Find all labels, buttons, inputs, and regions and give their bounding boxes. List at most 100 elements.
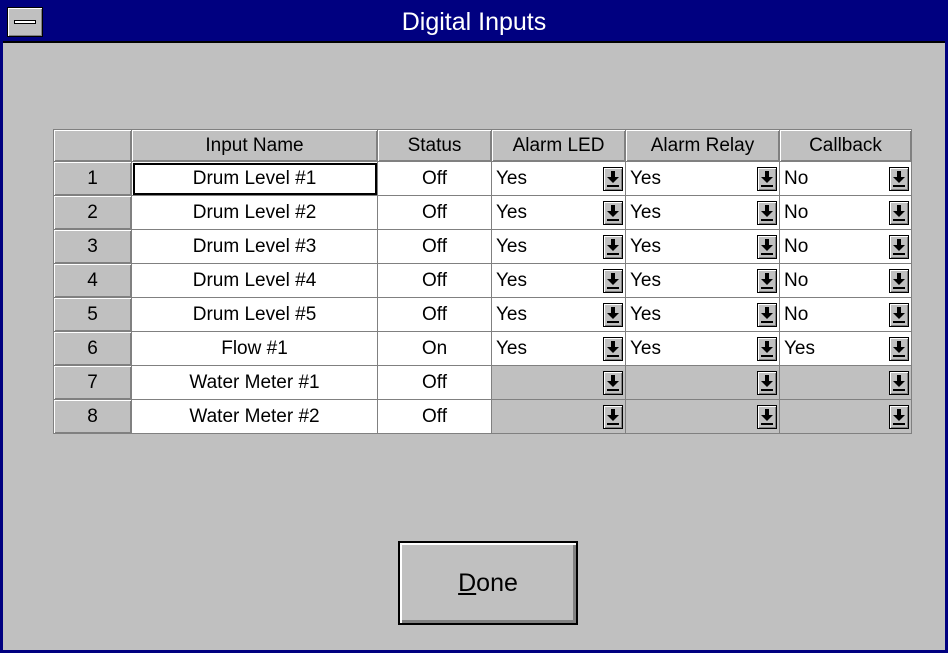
- status-cell: Off: [377, 399, 492, 434]
- column-header-input-name[interactable]: Input Name: [131, 129, 378, 162]
- alarm-relay-combo[interactable]: Yes: [625, 297, 780, 332]
- down-arrow-icon[interactable]: [757, 235, 777, 259]
- row-number[interactable]: 3: [53, 229, 132, 264]
- alarm-relay-combo[interactable]: Yes: [625, 263, 780, 298]
- callback-combo-value: No: [784, 236, 809, 257]
- callback-combo[interactable]: No: [779, 161, 912, 196]
- alarm-relay-combo[interactable]: Yes: [625, 195, 780, 230]
- down-arrow-icon[interactable]: [603, 303, 623, 327]
- table-row: 7 Water Meter #1 Off: [53, 365, 912, 400]
- down-arrow-icon[interactable]: [603, 167, 623, 191]
- status-cell: On: [377, 331, 492, 366]
- down-arrow-icon[interactable]: [603, 405, 623, 429]
- callback-combo[interactable]: [779, 365, 912, 400]
- row-number[interactable]: 4: [53, 263, 132, 298]
- input-name-cell[interactable]: Drum Level #5: [131, 297, 378, 332]
- callback-combo[interactable]: Yes: [779, 331, 912, 366]
- callback-combo[interactable]: No: [779, 229, 912, 264]
- callback-combo-value: No: [784, 304, 809, 325]
- callback-combo-value: No: [784, 270, 809, 291]
- down-arrow-icon[interactable]: [757, 167, 777, 191]
- down-arrow-icon[interactable]: [603, 201, 623, 225]
- down-arrow-icon[interactable]: [757, 405, 777, 429]
- table-row: 8 Water Meter #2 Off: [53, 399, 912, 434]
- table-header-row: Input Name Status Alarm LED Alarm Relay …: [53, 129, 912, 162]
- alarm-relay-combo[interactable]: [625, 399, 780, 434]
- alarm-led-combo[interactable]: Yes: [491, 161, 626, 196]
- input-name-cell[interactable]: Drum Level #1: [131, 161, 378, 196]
- alarm-led-combo[interactable]: Yes: [491, 297, 626, 332]
- column-header-callback[interactable]: Callback: [779, 129, 912, 162]
- down-arrow-icon[interactable]: [603, 235, 623, 259]
- status-cell: Off: [377, 195, 492, 230]
- alarm-led-combo-value: Yes: [496, 236, 527, 257]
- done-mnemonic: D: [458, 568, 477, 597]
- down-arrow-icon[interactable]: [889, 405, 909, 429]
- alarm-led-combo[interactable]: Yes: [491, 263, 626, 298]
- table-row: 1 Drum Level #1 Off Yes Yes No: [53, 161, 912, 196]
- alarm-relay-combo[interactable]: Yes: [625, 331, 780, 366]
- alarm-led-combo[interactable]: Yes: [491, 195, 626, 230]
- down-arrow-icon[interactable]: [889, 201, 909, 225]
- down-arrow-icon[interactable]: [889, 235, 909, 259]
- callback-combo-value: No: [784, 202, 809, 223]
- alarm-relay-combo-value: Yes: [630, 236, 661, 257]
- table-row: 4 Drum Level #4 Off Yes Yes No: [53, 263, 912, 298]
- down-arrow-icon[interactable]: [603, 337, 623, 361]
- input-name-cell[interactable]: Drum Level #3: [131, 229, 378, 264]
- table-row: 3 Drum Level #3 Off Yes Yes No: [53, 229, 912, 264]
- status-cell: Off: [377, 365, 492, 400]
- alarm-relay-combo-value: Yes: [630, 304, 661, 325]
- down-arrow-icon[interactable]: [889, 167, 909, 191]
- callback-combo[interactable]: No: [779, 195, 912, 230]
- status-cell: Off: [377, 263, 492, 298]
- callback-combo[interactable]: [779, 399, 912, 434]
- down-arrow-icon[interactable]: [757, 337, 777, 361]
- alarm-relay-combo-value: Yes: [630, 202, 661, 223]
- row-number[interactable]: 5: [53, 297, 132, 332]
- alarm-led-combo[interactable]: Yes: [491, 331, 626, 366]
- table-row: 2 Drum Level #2 Off Yes Yes No: [53, 195, 912, 230]
- table-row: 5 Drum Level #5 Off Yes Yes No: [53, 297, 912, 332]
- row-number[interactable]: 2: [53, 195, 132, 230]
- alarm-led-combo[interactable]: Yes: [491, 229, 626, 264]
- column-header-status[interactable]: Status: [377, 129, 492, 162]
- input-name-cell[interactable]: Water Meter #2: [131, 399, 378, 434]
- input-name-cell[interactable]: Drum Level #2: [131, 195, 378, 230]
- row-number[interactable]: 8: [53, 399, 132, 434]
- callback-combo[interactable]: No: [779, 297, 912, 332]
- down-arrow-icon[interactable]: [889, 269, 909, 293]
- alarm-relay-combo-value: Yes: [630, 168, 661, 189]
- alarm-relay-combo[interactable]: [625, 365, 780, 400]
- down-arrow-icon[interactable]: [757, 269, 777, 293]
- callback-combo-value: Yes: [784, 338, 815, 359]
- alarm-led-combo-value: Yes: [496, 338, 527, 359]
- down-arrow-icon[interactable]: [757, 371, 777, 395]
- callback-combo-value: No: [784, 168, 809, 189]
- row-number[interactable]: 6: [53, 331, 132, 366]
- down-arrow-icon[interactable]: [757, 303, 777, 327]
- input-name-cell[interactable]: Water Meter #1: [131, 365, 378, 400]
- column-header-alarm-led[interactable]: Alarm LED: [491, 129, 626, 162]
- input-name-cell[interactable]: Drum Level #4: [131, 263, 378, 298]
- down-arrow-icon[interactable]: [603, 269, 623, 293]
- done-button[interactable]: Done: [398, 541, 578, 625]
- digital-inputs-table: Input Name Status Alarm LED Alarm Relay …: [53, 129, 912, 434]
- input-name-cell[interactable]: Flow #1: [131, 331, 378, 366]
- row-number[interactable]: 7: [53, 365, 132, 400]
- down-arrow-icon[interactable]: [603, 371, 623, 395]
- alarm-relay-combo[interactable]: Yes: [625, 161, 780, 196]
- down-arrow-icon[interactable]: [889, 371, 909, 395]
- row-number[interactable]: 1: [53, 161, 132, 196]
- column-header-alarm-relay[interactable]: Alarm Relay: [625, 129, 780, 162]
- alarm-led-combo[interactable]: [491, 399, 626, 434]
- down-arrow-icon[interactable]: [889, 303, 909, 327]
- alarm-relay-combo[interactable]: Yes: [625, 229, 780, 264]
- down-arrow-icon[interactable]: [757, 201, 777, 225]
- alarm-led-combo-value: Yes: [496, 304, 527, 325]
- alarm-led-combo[interactable]: [491, 365, 626, 400]
- alarm-led-combo-value: Yes: [496, 168, 527, 189]
- status-cell: Off: [377, 297, 492, 332]
- down-arrow-icon[interactable]: [889, 337, 909, 361]
- callback-combo[interactable]: No: [779, 263, 912, 298]
